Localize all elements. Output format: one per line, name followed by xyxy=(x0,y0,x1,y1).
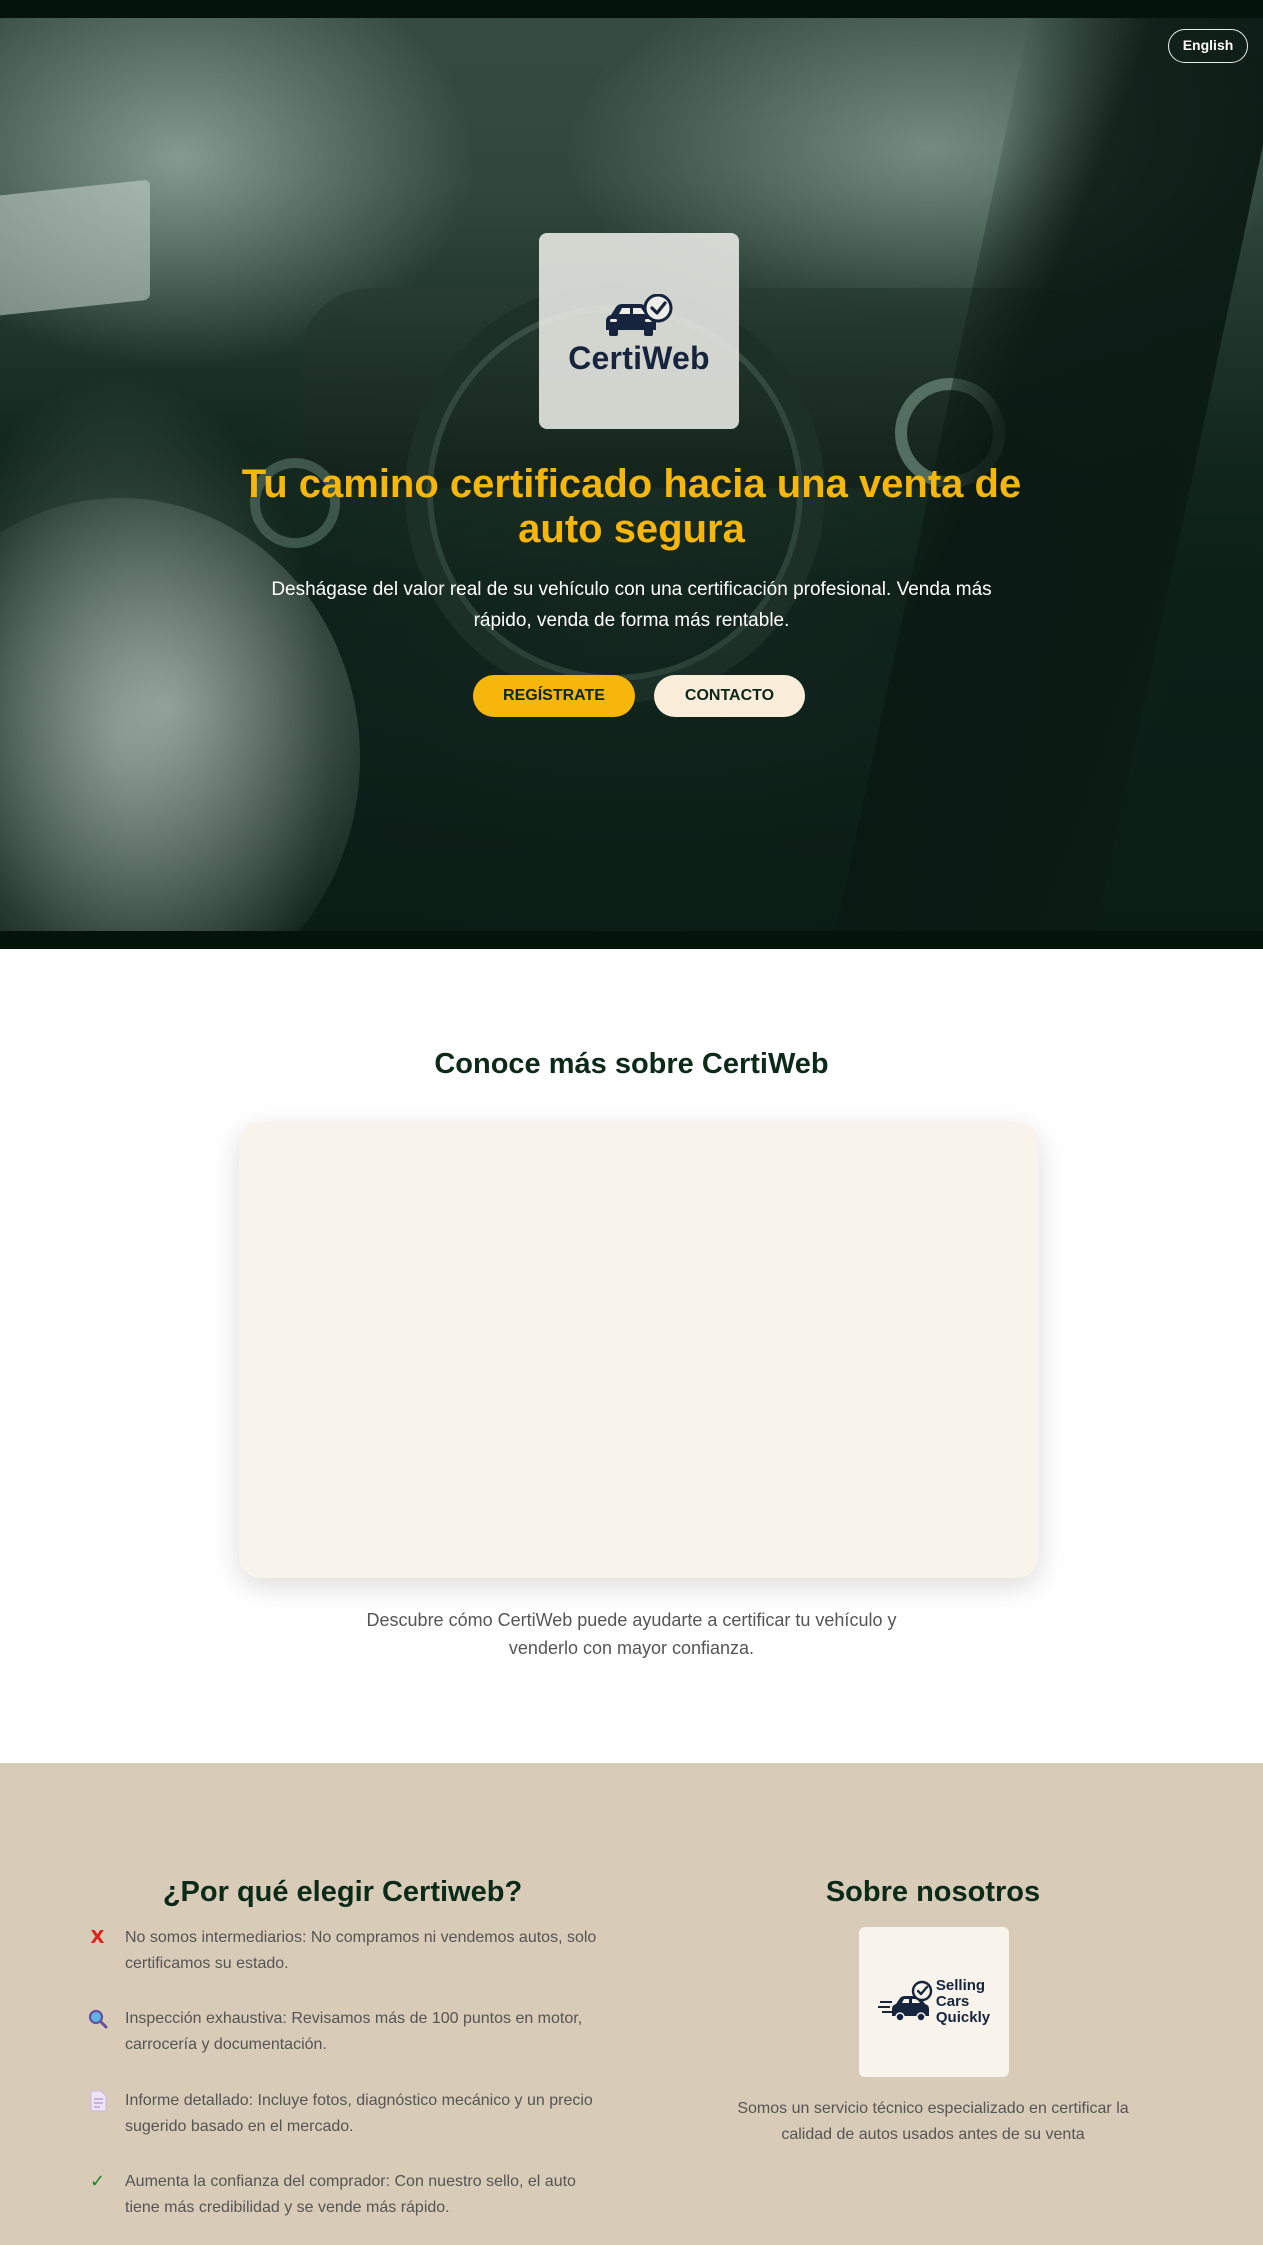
car-check-icon xyxy=(606,293,673,336)
logo-text: Selling Cars Quickly xyxy=(935,1977,991,2026)
learn-more-description: Descubre cómo CertiWeb puede ayudarte a … xyxy=(366,1610,897,1658)
info-section: ¿Por qué elegir Certiweb? X No somos int… xyxy=(0,1763,1263,2245)
feature-item: ✓ Aumenta la confianza del comprador: Co… xyxy=(75,2169,635,2221)
checkmark-icon: ✓ xyxy=(89,2171,106,2192)
language-toggle-button[interactable]: English xyxy=(1168,29,1248,63)
selling-cars-quickly-logo: Selling Cars Quickly xyxy=(859,1927,1009,2077)
contact-button[interactable]: CONTACTO xyxy=(654,675,805,717)
about-description: Somos un servicio técnico especializado … xyxy=(737,2100,1129,2143)
speeding-car-icon xyxy=(877,1980,933,2022)
hero-title: Tu camino certificado hacia una venta de… xyxy=(241,462,1022,551)
feature-text: Inspección exhaustiva: Revisamos más de … xyxy=(125,2010,583,2053)
logo-wordmark: CertiWeb xyxy=(568,339,710,376)
feature-text: No somos intermediarios: No compramos ni… xyxy=(125,1929,597,1972)
certiweb-logo: CertiWeb xyxy=(539,233,739,429)
feature-text: Aumenta la confianza del comprador: Con … xyxy=(125,2173,576,2216)
why-title: ¿Por qué elegir Certiweb? xyxy=(162,1876,523,1908)
video-player[interactable] xyxy=(239,1122,1039,1578)
cross-icon: X xyxy=(90,1927,105,1948)
register-button[interactable]: REGÍSTRATE xyxy=(473,675,635,717)
magnifier-icon xyxy=(75,2006,120,2058)
document-icon xyxy=(75,2088,120,2140)
feature-item: Informe detallado: Incluye fotos, diagnó… xyxy=(75,2088,635,2140)
about-title: Sobre nosotros xyxy=(825,1876,1041,1908)
feature-item: X No somos intermediarios: No compramos … xyxy=(75,1925,635,1977)
hero-section: English CertiWeb Tu camino certificado h… xyxy=(0,0,1263,949)
feature-item: Inspección exhaustiva: Revisamos más de … xyxy=(75,2006,635,2058)
feature-text: Informe detallado: Incluye fotos, diagnó… xyxy=(125,2092,593,2135)
learn-more-title: Conoce más sobre CertiWeb xyxy=(434,1048,829,1080)
hero-subtitle: Deshágase del valor real de su vehículo … xyxy=(271,579,992,631)
